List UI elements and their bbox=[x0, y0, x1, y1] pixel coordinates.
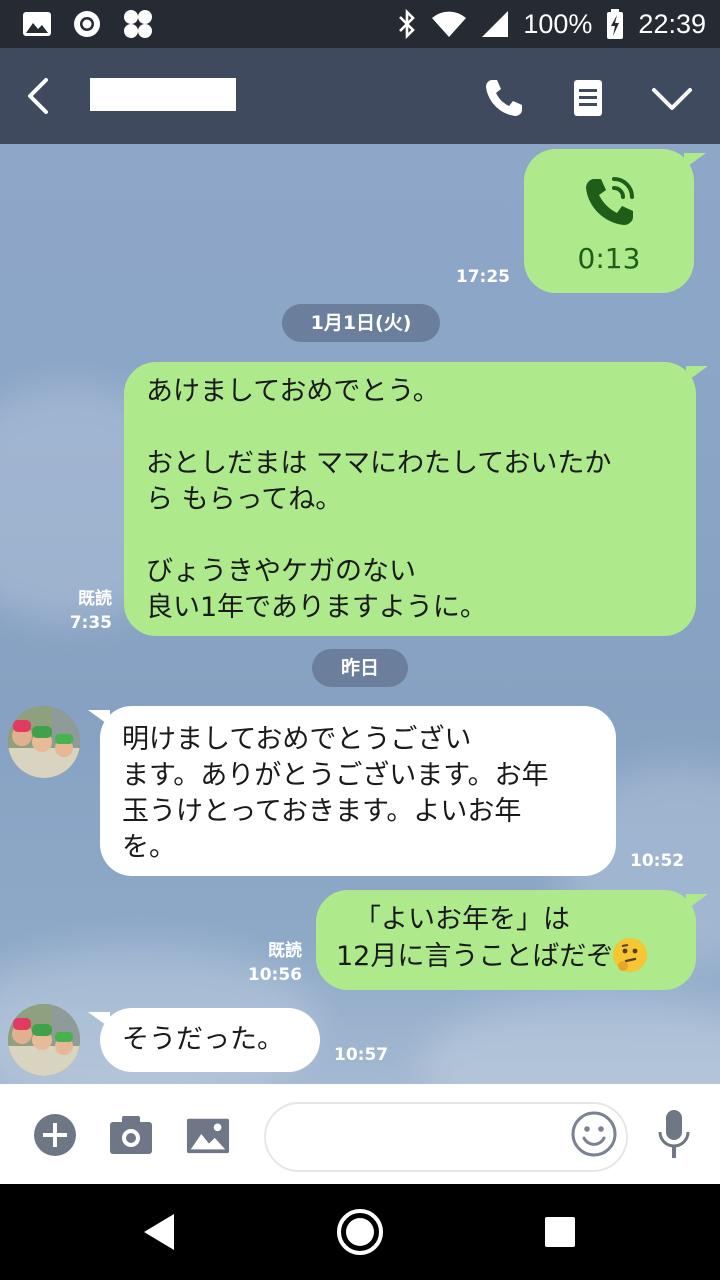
phone-call-icon bbox=[586, 177, 634, 225]
message-line: あけましておめでとう。 bbox=[146, 376, 440, 407]
circle-icon bbox=[74, 11, 100, 37]
message-line: を。 bbox=[122, 832, 176, 863]
battery-percent: 100% bbox=[523, 8, 593, 39]
home-circle-icon[interactable] bbox=[336, 1208, 384, 1256]
message-bubble-received[interactable]: 明けましておめでとうござい ます。ありがとうございます。お年 玉うけとっておきま… bbox=[88, 706, 616, 876]
message-time: 7:35 bbox=[69, 613, 112, 633]
camera-icon[interactable] bbox=[108, 1112, 154, 1158]
chat-header bbox=[0, 48, 720, 144]
smiley-icon[interactable] bbox=[570, 1110, 618, 1158]
thinking-face-emoji bbox=[613, 938, 648, 972]
message-line: 12月に言うことばだぞ bbox=[336, 941, 614, 972]
grid-icon bbox=[124, 10, 152, 38]
input-bar bbox=[0, 1084, 720, 1184]
avatar[interactable] bbox=[8, 706, 80, 778]
chevron-down-icon[interactable] bbox=[650, 76, 694, 120]
call-bubble[interactable]: 0:13 bbox=[524, 149, 706, 293]
back-icon[interactable] bbox=[22, 76, 58, 116]
status-bar: 100% 22:39 bbox=[0, 0, 720, 48]
message-line: ます。ありがとうございます。お年 bbox=[122, 760, 549, 791]
read-status: 既読 bbox=[78, 589, 112, 609]
phone-icon[interactable] bbox=[482, 76, 526, 120]
message-line: 良い1年でありますように。 bbox=[146, 592, 487, 623]
mic-icon[interactable] bbox=[654, 1108, 694, 1160]
message-time: 10:52 bbox=[630, 851, 685, 871]
image-icon bbox=[23, 12, 51, 36]
chat-area[interactable]: 0:13 17:25 1月1日(火) あけましておめでとう。 おとしだまは ママ… bbox=[0, 144, 720, 1084]
message-line: ら もらってね。 bbox=[146, 484, 343, 515]
message-line: 明けましておめでとうござい bbox=[122, 724, 472, 755]
date-separator: 昨日 bbox=[312, 649, 408, 687]
wifi-icon bbox=[432, 11, 467, 37]
recents-square-icon[interactable] bbox=[536, 1208, 584, 1256]
bluetooth-icon bbox=[399, 9, 416, 39]
clock: 22:39 bbox=[638, 8, 706, 39]
chat-title bbox=[90, 78, 236, 111]
signal-icon bbox=[482, 11, 509, 37]
call-duration: 0:13 bbox=[577, 242, 641, 275]
message-line: 玉うけとっておきます。よいお年 bbox=[122, 796, 522, 827]
message-line-wrap: 12月に言うことばだぞ bbox=[336, 938, 676, 974]
navigation-bar bbox=[0, 1184, 720, 1280]
message-line: そうだった。 bbox=[122, 1024, 284, 1055]
avatar[interactable] bbox=[8, 1004, 80, 1076]
notes-icon[interactable] bbox=[566, 76, 610, 120]
battery-charging-icon bbox=[607, 9, 624, 39]
message-line bbox=[146, 410, 672, 446]
plus-icon[interactable] bbox=[32, 1112, 78, 1158]
back-triangle-icon[interactable] bbox=[136, 1208, 184, 1256]
message-bubble-received[interactable]: そうだった。 bbox=[88, 1008, 320, 1072]
message-line bbox=[146, 518, 672, 554]
message-line: 「よいお年を」は bbox=[354, 904, 570, 935]
message-time: 17:25 bbox=[455, 267, 510, 287]
image-icon[interactable] bbox=[186, 1112, 230, 1158]
message-bubble-sent[interactable]: あけましておめでとう。 おとしだまは ママにわたしておいたか ら もらってね。 … bbox=[124, 362, 708, 636]
read-status: 既読 bbox=[268, 941, 302, 961]
message-time: 10:56 bbox=[247, 965, 302, 985]
message-line: びょうきやケガのない bbox=[146, 556, 416, 587]
date-separator: 1月1日(火) bbox=[282, 304, 440, 342]
message-line: おとしだまは ママにわたしておいたか bbox=[146, 448, 612, 479]
message-time: 10:57 bbox=[334, 1045, 389, 1065]
message-bubble-sent[interactable]: 「よいお年を」は 12月に言うことばだぞ bbox=[316, 890, 708, 990]
